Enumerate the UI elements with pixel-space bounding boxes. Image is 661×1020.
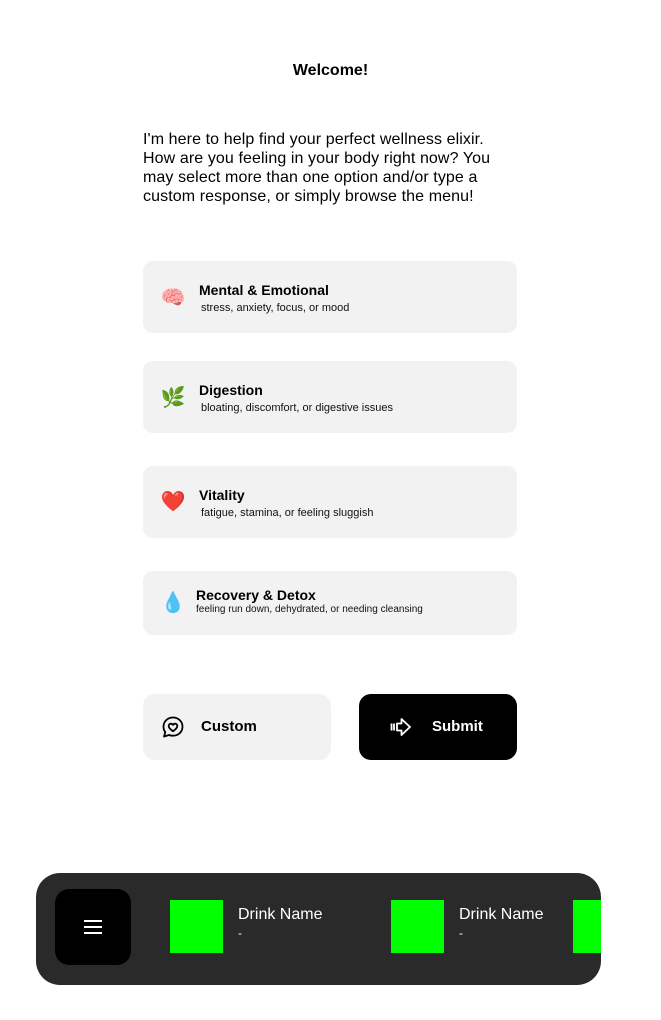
submit-button-label: Submit xyxy=(432,718,483,735)
drink-item[interactable] xyxy=(573,900,601,953)
option-title: Recovery & Detox xyxy=(196,587,316,603)
intro-line: may select more than one option and/or t… xyxy=(143,169,478,186)
intro-line: How are you feeling in your body right n… xyxy=(143,150,491,167)
drink-name: Drink Name xyxy=(238,906,323,923)
bottom-bar: Drink Name - Drink Name - xyxy=(36,873,601,985)
arrow-right-icon xyxy=(389,715,413,739)
option-title: Mental & Emotional xyxy=(199,282,329,298)
option-subtitle: feeling run down, dehydrated, or needing… xyxy=(196,604,423,615)
option-subtitle: fatigue, stamina, or feeling sluggish xyxy=(201,507,374,519)
intro-text: I'm here to help find your perfect welln… xyxy=(143,130,523,206)
drink-thumbnail xyxy=(573,900,601,953)
option-title: Digestion xyxy=(199,382,263,398)
option-subtitle: stress, anxiety, focus, or mood xyxy=(201,302,350,314)
drink-price: - xyxy=(238,926,242,940)
submit-button[interactable]: Submit xyxy=(359,694,517,760)
option-mental-emotional[interactable]: 🧠 Mental & Emotional stress, anxiety, fo… xyxy=(143,261,517,333)
option-title: Vitality xyxy=(199,487,245,503)
chat-heart-icon xyxy=(161,715,185,739)
drink-item[interactable]: Drink Name - xyxy=(391,900,561,953)
intro-line: I'm here to help find your perfect welln… xyxy=(143,131,484,148)
custom-button[interactable]: Custom xyxy=(143,694,331,760)
menu-button[interactable] xyxy=(55,889,131,965)
custom-button-label: Custom xyxy=(201,718,257,735)
option-subtitle: bloating, discomfort, or digestive issue… xyxy=(201,402,393,414)
option-recovery-detox[interactable]: 💧 Recovery & Detox feeling run down, deh… xyxy=(143,571,517,635)
drink-thumbnail xyxy=(170,900,223,953)
drink-name: Drink Name xyxy=(459,906,544,923)
drink-price: - xyxy=(459,926,463,940)
brain-icon: 🧠 xyxy=(160,287,186,309)
intro-line: custom response, or simply browse the me… xyxy=(143,188,474,205)
herb-icon: 🌿 xyxy=(160,387,186,409)
option-digestion[interactable]: 🌿 Digestion bloating, discomfort, or dig… xyxy=(143,361,517,433)
heart-icon: ❤️ xyxy=(160,491,186,513)
drink-thumbnail xyxy=(391,900,444,953)
droplet-icon: 💧 xyxy=(160,592,186,614)
page-title: Welcome! xyxy=(292,62,369,79)
option-vitality[interactable]: ❤️ Vitality fatigue, stamina, or feeling… xyxy=(143,466,517,538)
drink-item[interactable]: Drink Name - xyxy=(170,900,360,953)
